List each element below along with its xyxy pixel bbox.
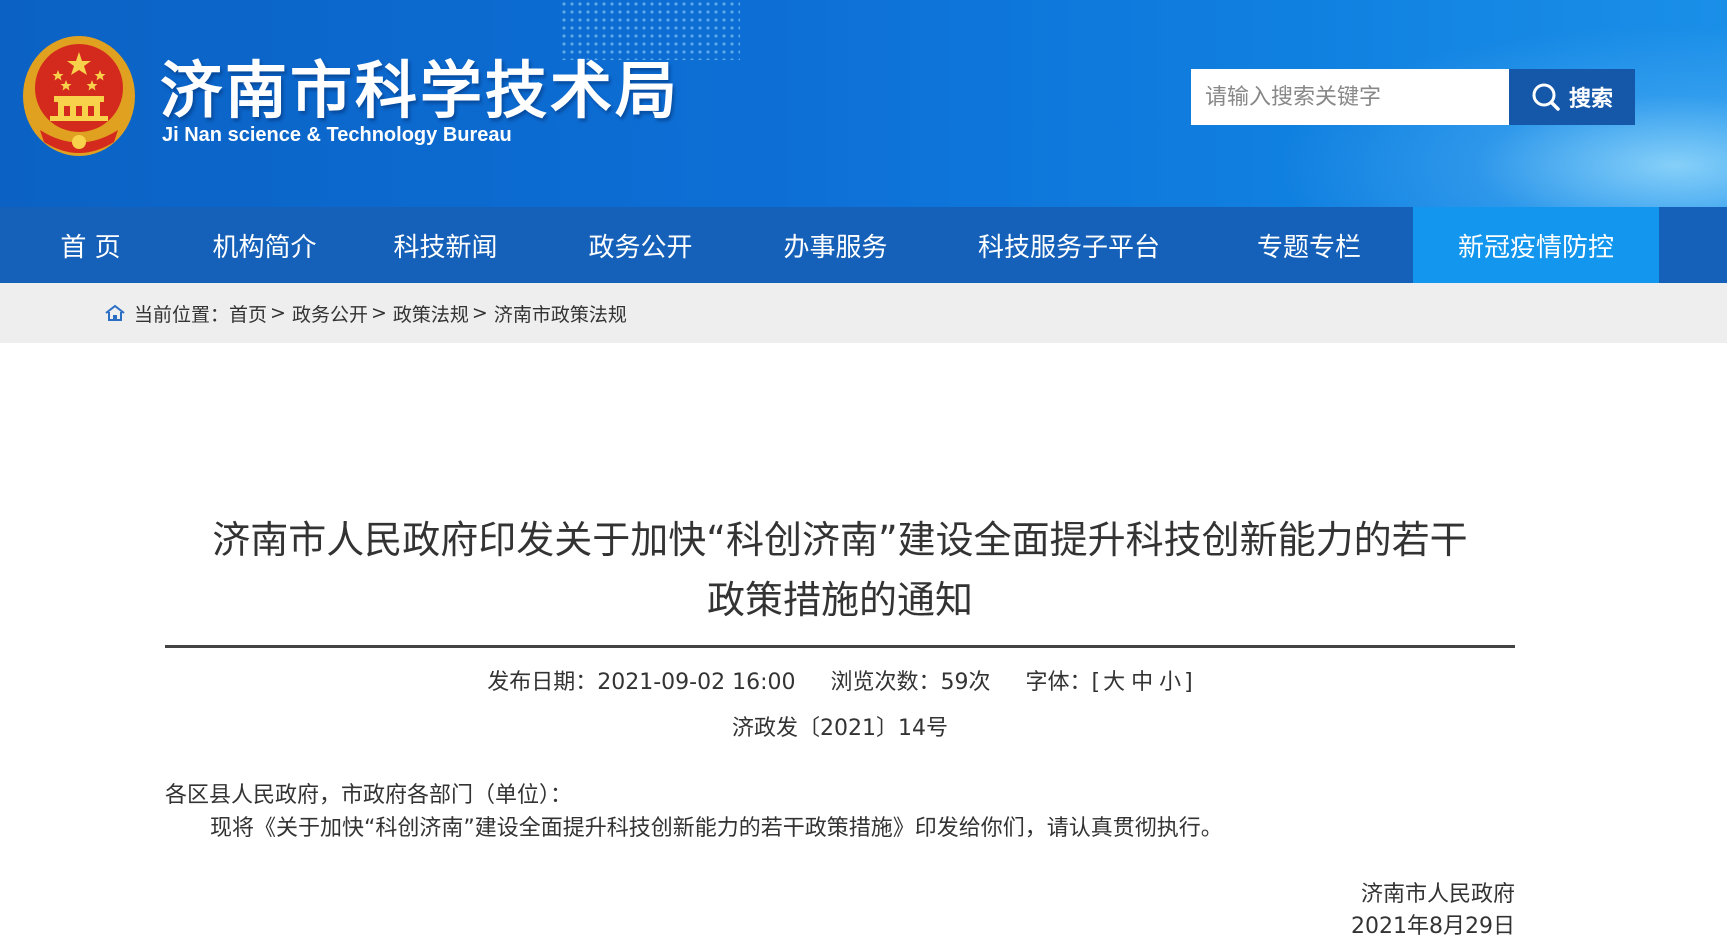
- main-nav: 首 页 机构简介 科技新闻 政务公开 办事服务 科技服务子平台 专题专栏 新冠疫…: [0, 207, 1727, 283]
- font-size-label: 字体：[: [1025, 670, 1101, 695]
- site-title: 济南市科学技术局: [160, 54, 681, 127]
- breadcrumb-separator: >: [270, 302, 286, 324]
- article-meta: 发布日期：2021-09-02 16:00 浏览次数：59次 字体：[大中小]: [165, 664, 1515, 696]
- search-button[interactable]: 搜索: [1509, 69, 1635, 125]
- breadcrumb-bar: 当前位置： 首页 > 政务公开 > 政策法规 > 济南市政策法规: [0, 283, 1727, 343]
- breadcrumb-link-home[interactable]: 首页: [229, 300, 267, 327]
- salutation: 各区县人民政府，市政府各部门（单位）：: [165, 783, 573, 808]
- search-icon: [1532, 83, 1560, 111]
- nav-item-government-affairs[interactable]: 政务公开: [543, 207, 738, 283]
- nav-item-home[interactable]: 首 页: [0, 207, 181, 283]
- breadcrumb: 当前位置： 首页 > 政务公开 > 政策法规 > 济南市政策法规: [104, 283, 627, 343]
- home-icon: [105, 304, 125, 321]
- font-size-large-button[interactable]: 大: [1103, 670, 1125, 695]
- breadcrumb-separator: >: [370, 302, 387, 324]
- nav-item-services[interactable]: 办事服务: [738, 207, 933, 283]
- font-size-bracket: ]: [1184, 670, 1193, 695]
- article-title-line1: 济南市人民政府印发关于加快“科创济南”建设全面提升科技创新能力的若干: [212, 518, 1468, 562]
- article-title-line2: 政策措施的通知: [706, 578, 973, 622]
- national-emblem-icon: [23, 36, 135, 156]
- body-paragraph: 现将《关于加快“科创济南”建设全面提升科技创新能力的若干政策措施》印发给你们，请…: [210, 816, 1223, 841]
- breadcrumb-prefix: 当前位置：: [134, 303, 230, 326]
- site-subtitle: Ji Nan science & Technology Bureau: [162, 124, 512, 146]
- nav-item-special-topics[interactable]: 专题专栏: [1205, 207, 1413, 283]
- site-header: 济南市科学技术局 Ji Nan science & Technology Bur…: [0, 0, 1727, 207]
- font-size-medium-button[interactable]: 中: [1131, 670, 1153, 695]
- view-count: 浏览次数：59次: [830, 670, 991, 695]
- nav-item-tech-platform[interactable]: 科技服务子平台: [933, 207, 1205, 283]
- signature-date: 2021年8月29日: [1351, 914, 1515, 939]
- title-divider: [165, 645, 1515, 648]
- breadcrumb-separator: >: [471, 302, 488, 324]
- article-title: 济南市人民政府印发关于加快“科创济南”建设全面提升科技创新能力的若干 政策措施的…: [165, 510, 1515, 630]
- search-button-label: 搜索: [1568, 87, 1613, 112]
- nav-item-about[interactable]: 机构简介: [181, 207, 348, 283]
- breadcrumb-link-jinan-policies[interactable]: 济南市政策法规: [494, 300, 627, 327]
- nav-item-covid-prevention[interactable]: 新冠疫情防控: [1413, 207, 1659, 283]
- document-number: 济政发〔2021〕14号: [732, 716, 948, 741]
- font-size-control: 字体：[大中小]: [1026, 670, 1193, 695]
- search-input[interactable]: [1191, 69, 1509, 125]
- signature: 济南市人民政府: [1360, 882, 1515, 907]
- nav-item-news[interactable]: 科技新闻: [348, 207, 543, 283]
- publish-date: 发布日期：2021-09-02 16:00: [487, 670, 796, 695]
- breadcrumb-link-policies[interactable]: 政策法规: [393, 300, 469, 327]
- breadcrumb-link-government-affairs[interactable]: 政务公开: [292, 300, 368, 327]
- font-size-small-button[interactable]: 小: [1159, 670, 1181, 695]
